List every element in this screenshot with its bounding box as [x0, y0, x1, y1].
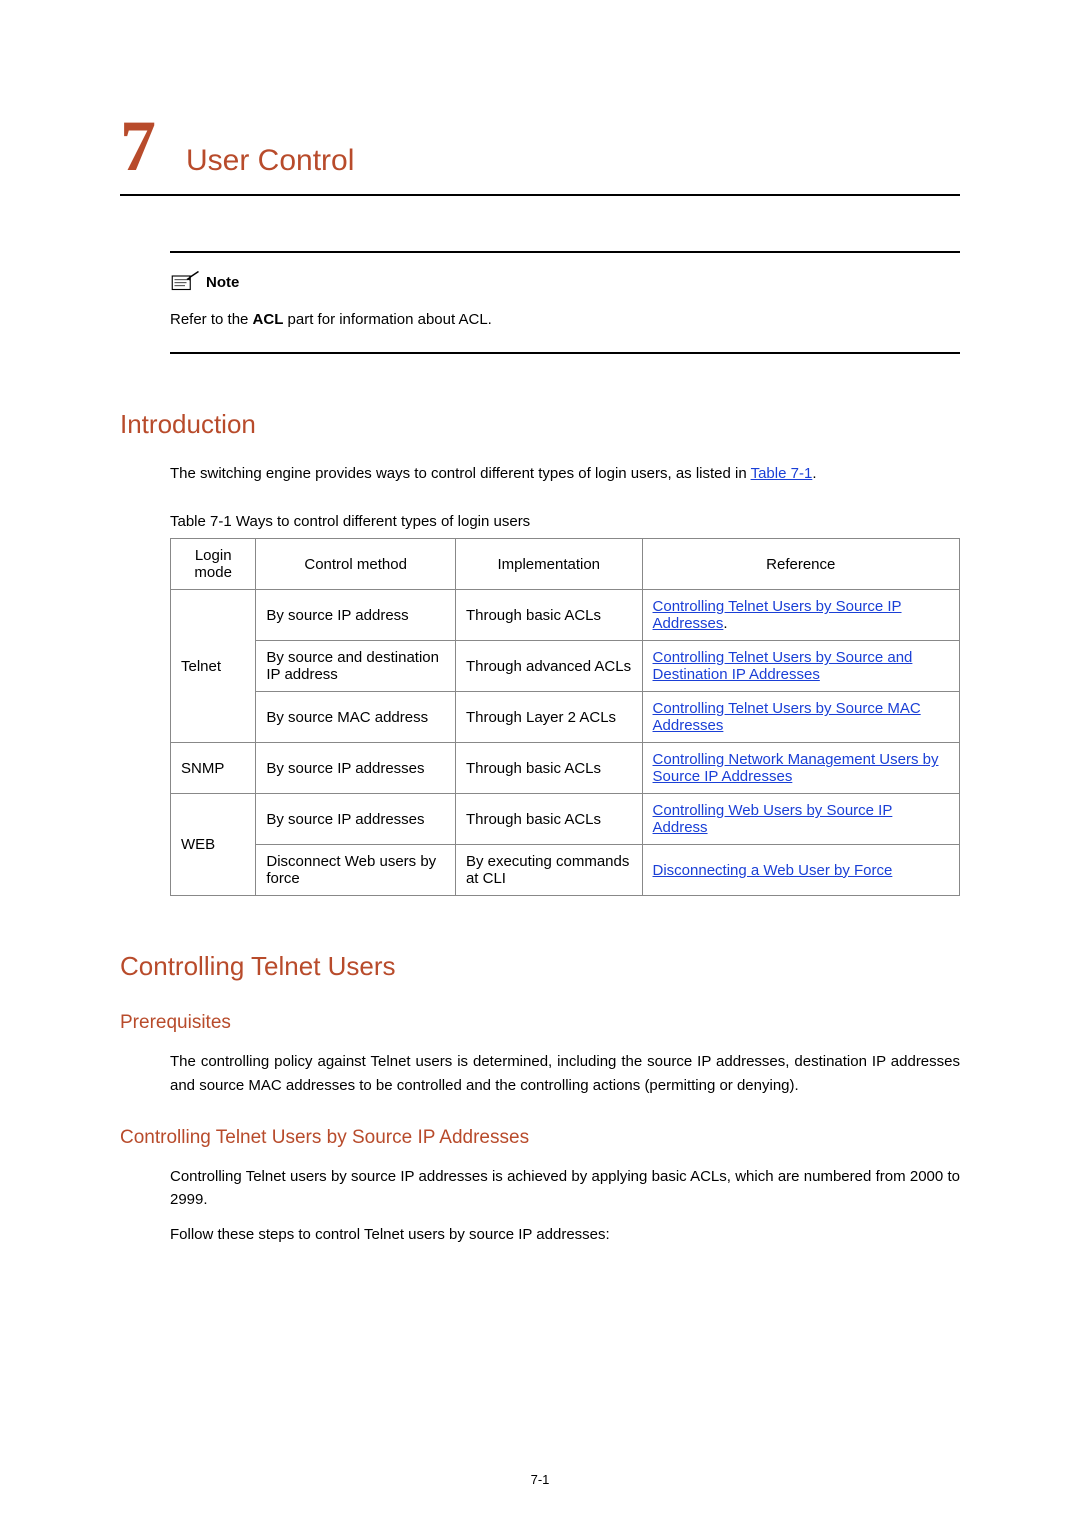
- reference-cell: Controlling Telnet Users by Source MAC A…: [642, 692, 959, 743]
- prerequisites-heading: Prerequisites: [120, 1012, 960, 1034]
- control-method-cell: Disconnect Web users by force: [256, 845, 456, 896]
- introduction-heading: Introduction: [120, 409, 960, 440]
- intro-para-after: .: [812, 465, 816, 482]
- reference-link[interactable]: Controlling Telnet Users by Source and D…: [653, 649, 913, 683]
- table-7-1-link[interactable]: Table 7-1: [751, 465, 813, 482]
- note-label: Note: [206, 274, 239, 291]
- intro-paragraph: The switching engine provides ways to co…: [170, 462, 960, 485]
- table-header: Login mode: [171, 539, 256, 590]
- control-method-cell: By source IP addresses: [256, 794, 456, 845]
- control-method-cell: By source MAC address: [256, 692, 456, 743]
- table-row: Telnet By source IP address Through basi…: [171, 590, 960, 641]
- intro-para-before: The switching engine provides ways to co…: [170, 465, 751, 482]
- reference-link[interactable]: Controlling Telnet Users by Source IP Ad…: [653, 598, 902, 632]
- implementation-cell: Through basic ACLs: [455, 743, 642, 794]
- implementation-cell: Through basic ACLs: [455, 590, 642, 641]
- note-block: Note Refer to the ACL part for informati…: [170, 251, 960, 354]
- login-mode-cell: Telnet: [171, 590, 256, 743]
- implementation-cell: Through basic ACLs: [455, 794, 642, 845]
- note-text-before: Refer to the: [170, 311, 253, 328]
- login-users-table: Login mode Control method Implementation…: [170, 538, 960, 896]
- controlling-telnet-heading: Controlling Telnet Users: [120, 951, 960, 982]
- reference-cell: Controlling Telnet Users by Source IP Ad…: [642, 590, 959, 641]
- source-ip-paragraph-2: Follow these steps to control Telnet use…: [170, 1223, 960, 1246]
- page-number: 7-1: [0, 1472, 1080, 1487]
- source-ip-paragraph-1: Controlling Telnet users by source IP ad…: [170, 1165, 960, 1212]
- reference-cell: Controlling Web Users by Source IP Addre…: [642, 794, 959, 845]
- table-row: By source and destination IP address Thr…: [171, 641, 960, 692]
- table-header-row: Login mode Control method Implementation…: [171, 539, 960, 590]
- note-text: Refer to the ACL part for information ab…: [170, 311, 960, 328]
- table-row: By source MAC address Through Layer 2 AC…: [171, 692, 960, 743]
- note-text-after: part for information about ACL.: [283, 311, 491, 328]
- control-method-cell: By source IP addresses: [256, 743, 456, 794]
- control-method-cell: By source IP address: [256, 590, 456, 641]
- note-text-bold: ACL: [253, 311, 284, 328]
- chapter-heading: 7 User Control: [120, 110, 960, 196]
- note-icon: [170, 271, 200, 293]
- table-row: WEB By source IP addresses Through basic…: [171, 794, 960, 845]
- reference-link[interactable]: Controlling Web Users by Source IP Addre…: [653, 802, 893, 836]
- login-mode-cell: SNMP: [171, 743, 256, 794]
- implementation-cell: Through advanced ACLs: [455, 641, 642, 692]
- reference-cell: Disconnecting a Web User by Force: [642, 845, 959, 896]
- login-mode-cell: WEB: [171, 794, 256, 896]
- implementation-cell: By executing commands at CLI: [455, 845, 642, 896]
- chapter-number: 7: [120, 110, 156, 182]
- table-header: Control method: [256, 539, 456, 590]
- table-row: Disconnect Web users by force By executi…: [171, 845, 960, 896]
- note-head: Note: [170, 271, 960, 293]
- reference-link[interactable]: Controlling Telnet Users by Source MAC A…: [653, 700, 921, 734]
- reference-link[interactable]: Disconnecting a Web User by Force: [653, 862, 893, 879]
- reference-suffix: .: [723, 615, 727, 632]
- table-header: Implementation: [455, 539, 642, 590]
- table-header: Reference: [642, 539, 959, 590]
- reference-cell: Controlling Network Management Users by …: [642, 743, 959, 794]
- source-ip-heading: Controlling Telnet Users by Source IP Ad…: [120, 1127, 960, 1149]
- prerequisites-paragraph: The controlling policy against Telnet us…: [170, 1050, 960, 1097]
- chapter-title: User Control: [186, 144, 354, 178]
- implementation-cell: Through Layer 2 ACLs: [455, 692, 642, 743]
- table-row: SNMP By source IP addresses Through basi…: [171, 743, 960, 794]
- table-caption: Table 7-1 Ways to control different type…: [170, 513, 960, 530]
- control-method-cell: By source and destination IP address: [256, 641, 456, 692]
- reference-cell: Controlling Telnet Users by Source and D…: [642, 641, 959, 692]
- reference-link[interactable]: Controlling Network Management Users by …: [653, 751, 939, 785]
